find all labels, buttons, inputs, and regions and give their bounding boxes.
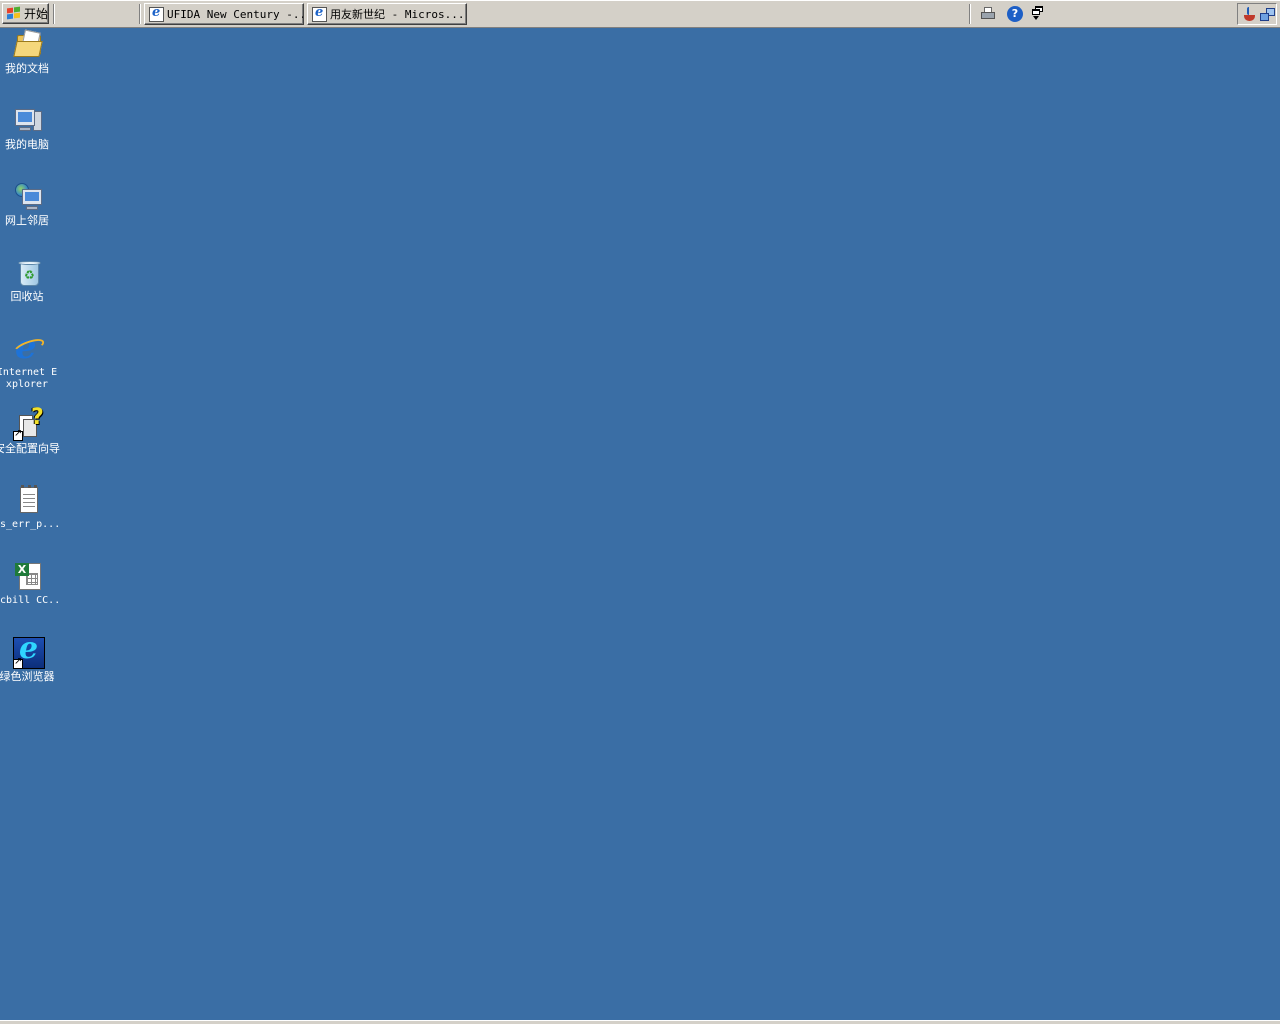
- java-icon[interactable]: [1242, 7, 1258, 23]
- desktop-icon-label: 绿色浏览器: [0, 670, 55, 683]
- ie-page-icon: [149, 5, 164, 22]
- desktop-icon-internet-explorer[interactable]: e Internet Explorer: [0, 327, 58, 391]
- screen-bottom-edge: [0, 1020, 1280, 1024]
- desktop-icon-my-computer[interactable]: 我的电脑: [0, 105, 58, 151]
- taskbar-button-label: UFIDA New Century -...: [167, 7, 304, 21]
- taskbar: 开始 UFIDA New Century -... 用友新世纪 - Micros…: [0, 0, 1280, 28]
- recycle-bin-icon: ♻: [13, 257, 45, 289]
- help-icon[interactable]: ?: [1007, 6, 1023, 22]
- desktop-icon-icbill[interactable]: X Icbill CC...: [0, 561, 60, 607]
- desktop-icon-as-err[interactable]: as_err_p...: [0, 485, 60, 531]
- printer-icon[interactable]: [980, 6, 996, 22]
- desktop-icon-recycle-bin[interactable]: ♻ 回收站: [0, 257, 58, 303]
- my-computer-icon: [13, 105, 45, 137]
- desktop-icon-security-wizard[interactable]: ? 安全配置向导: [0, 405, 60, 455]
- desktop-icon-my-documents[interactable]: 我的文档: [0, 29, 58, 75]
- desktop-icon-label: 安全配置向导: [0, 442, 60, 455]
- windows-logo-icon: [6, 6, 21, 20]
- text-document-icon: [13, 485, 45, 517]
- desktop-icon-label: as_err_p...: [0, 519, 60, 530]
- network-icon[interactable]: [1260, 7, 1276, 23]
- internet-explorer-icon: e: [11, 327, 47, 367]
- desktop-icon-label: 我的电脑: [5, 138, 49, 151]
- taskbar-button-ufida[interactable]: UFIDA New Century -...: [144, 3, 304, 25]
- start-button[interactable]: 开始: [2, 3, 49, 24]
- windows-list-icon[interactable]: [1032, 6, 1048, 22]
- desktop-icon-label: Icbill CC...: [0, 595, 60, 606]
- desktop-icon-green-browser[interactable]: e 绿色浏览器: [0, 631, 58, 683]
- desktop-icon-label: 我的文档: [5, 62, 49, 75]
- taskbar-separator: [53, 4, 55, 24]
- shortcut-arrow-icon: [13, 656, 23, 669]
- system-tray: [1237, 3, 1277, 25]
- shortcut-arrow-icon: [13, 428, 23, 441]
- taskbar-button-yonyou[interactable]: 用友新世纪 - Micros...: [307, 3, 467, 25]
- start-label: 开始: [24, 7, 49, 21]
- ie-page-icon: [312, 5, 327, 22]
- taskbar-separator: [139, 4, 141, 24]
- network-places-icon: [13, 181, 45, 213]
- desktop-icon-network-places[interactable]: 网上邻居: [0, 181, 58, 227]
- toolbar-icons: ?: [976, 4, 1046, 24]
- security-wizard-icon: ?: [13, 405, 45, 441]
- quick-launch-area: [60, 4, 138, 24]
- desktop-icon-label: Internet Explorer: [0, 367, 58, 390]
- green-browser-icon: e: [13, 631, 45, 669]
- taskbar-button-label: 用友新世纪 - Micros...: [330, 8, 465, 21]
- desktop-icon-label: 回收站: [10, 290, 44, 303]
- taskbar-separator: [969, 4, 971, 24]
- desktop-icon-label: 网上邻居: [5, 214, 49, 227]
- my-documents-icon: [13, 29, 45, 61]
- excel-file-icon: X: [13, 561, 45, 593]
